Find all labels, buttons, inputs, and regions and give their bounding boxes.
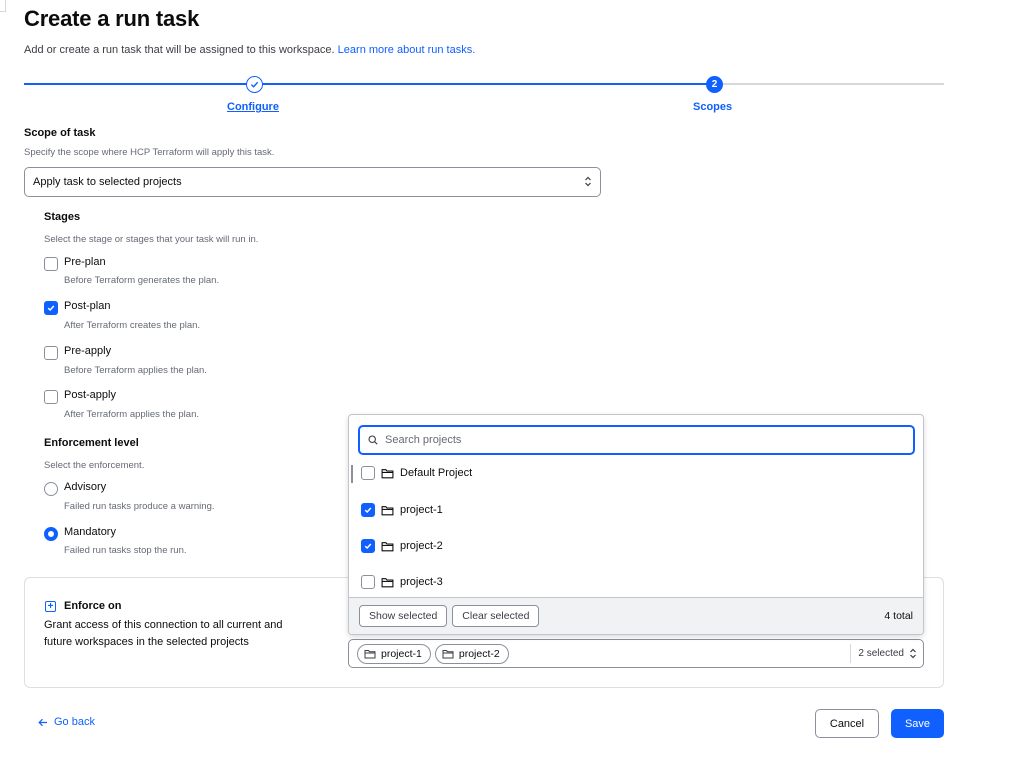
scope-select[interactable]: Apply task to selected projects: [24, 167, 601, 197]
chip-label: project-2: [458, 647, 500, 660]
postplan-label: Post-plan: [64, 300, 111, 312]
search-icon: [368, 435, 378, 445]
folder-icon: [442, 649, 454, 658]
postapply-help: After Terraform applies the plan.: [64, 409, 200, 420]
projects-dropdown: Search projects Default Project project-…: [348, 414, 924, 635]
page-title: Create a run task: [24, 6, 200, 31]
preapply-help: Before Terraform applies the plan.: [64, 365, 207, 376]
option-label: project-1: [400, 504, 443, 516]
go-back-label: Go back: [54, 716, 95, 728]
folder-icon: [381, 541, 394, 551]
search-projects-input[interactable]: Search projects: [358, 425, 915, 455]
folder-icon: [381, 577, 394, 587]
check-icon: [364, 507, 372, 514]
mandatory-label: Mandatory: [64, 526, 116, 538]
option-label: project-3: [400, 576, 443, 588]
plus-square-icon: +: [45, 601, 56, 612]
step-complete-icon[interactable]: [246, 76, 263, 93]
folder-icon: [364, 649, 376, 658]
show-selected-button[interactable]: Show selected: [359, 605, 448, 627]
page-subtitle: Add or create a run task that will be as…: [24, 44, 475, 56]
check-icon: [47, 305, 55, 312]
chevron-up-down-icon: [584, 176, 592, 189]
step-configure-link[interactable]: Configure: [227, 101, 279, 113]
preplan-label: Pre-plan: [64, 256, 106, 268]
option-project-2[interactable]: project-2: [361, 539, 443, 553]
option-checkbox[interactable]: [361, 539, 375, 553]
arrow-left-icon: [38, 718, 47, 726]
clear-selected-button[interactable]: Clear selected: [452, 605, 540, 627]
scope-select-value: Apply task to selected projects: [33, 176, 182, 188]
total-count: 4 total: [884, 610, 913, 622]
stages-hint: Select the stage or stages that your tas…: [44, 234, 259, 245]
option-checkbox[interactable]: [361, 575, 375, 589]
option-label: project-2: [400, 540, 443, 552]
enforcement-hint: Select the enforcement.: [44, 460, 145, 471]
mandatory-help: Failed run tasks stop the run.: [64, 545, 187, 556]
option-checkbox[interactable]: [361, 466, 375, 480]
selected-count: 2 selected: [858, 648, 904, 659]
stages-label: Stages: [44, 211, 81, 223]
multiselect-toggle[interactable]: 2 selected: [850, 644, 917, 663]
folder-icon: [381, 468, 394, 478]
preapply-checkbox[interactable]: [44, 346, 58, 360]
advisory-help: Failed run tasks produce a warning.: [64, 501, 215, 512]
preplan-help: Before Terraform generates the plan.: [64, 275, 220, 286]
dropdown-footer: Show selected Clear selected 4 total: [349, 597, 923, 634]
step-scopes-label: Scopes: [693, 101, 733, 113]
stepper-progress: [24, 83, 714, 85]
focus-indicator: [351, 465, 353, 483]
window-corner: [0, 0, 6, 12]
option-project-3[interactable]: project-3: [361, 575, 443, 589]
learn-more-link[interactable]: Learn more about run tasks.: [338, 44, 476, 56]
enforce-on-desc-1: Grant access of this connection to all c…: [44, 619, 283, 631]
chip-project-2[interactable]: project-2: [434, 643, 509, 664]
chevron-up-down-icon: [910, 648, 916, 659]
enforcement-label: Enforcement level: [44, 437, 139, 449]
option-label: Default Project: [400, 467, 473, 479]
check-icon: [250, 81, 259, 88]
postapply-label: Post-apply: [64, 389, 116, 401]
go-back-link[interactable]: Go back: [38, 716, 95, 728]
enforce-on-desc-2: future workspaces in the selected projec…: [44, 636, 249, 648]
step-current-icon: 2: [706, 76, 723, 93]
option-default-project[interactable]: Default Project: [361, 466, 472, 480]
advisory-label: Advisory: [64, 481, 107, 493]
save-button[interactable]: Save: [891, 709, 944, 738]
scope-label: Scope of task: [24, 127, 96, 139]
chip-label: project-1: [381, 647, 422, 660]
cancel-button[interactable]: Cancel: [815, 709, 879, 738]
option-project-1[interactable]: project-1: [361, 503, 443, 517]
subtitle-text: Add or create a run task that will be as…: [24, 44, 335, 56]
postplan-help: After Terraform creates the plan.: [64, 320, 201, 331]
search-placeholder: Search projects: [385, 434, 462, 446]
preplan-checkbox[interactable]: [44, 257, 58, 271]
option-checkbox[interactable]: [361, 503, 375, 517]
check-icon: [364, 543, 372, 550]
scope-hint: Specify the scope where HCP Terraform wi…: [24, 147, 275, 158]
postapply-checkbox[interactable]: [44, 390, 58, 404]
chip-project-1[interactable]: project-1: [357, 643, 431, 664]
postplan-checkbox[interactable]: [44, 301, 58, 315]
folder-icon: [381, 505, 394, 515]
advisory-radio[interactable]: [44, 482, 58, 496]
projects-multiselect[interactable]: project-1 project-2 2 selected: [348, 639, 924, 668]
enforce-on-title: Enforce on: [64, 600, 122, 612]
preapply-label: Pre-apply: [64, 345, 112, 357]
mandatory-radio[interactable]: [44, 527, 58, 541]
